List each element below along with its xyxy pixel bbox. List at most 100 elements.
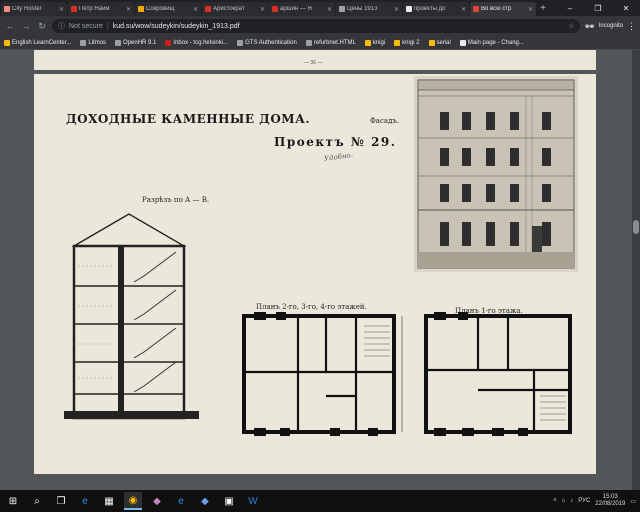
bookmark-item[interactable]: Litmos bbox=[80, 39, 106, 46]
document-title: ДОХОДНЫЕ КАМЕННЫЕ ДОМА. bbox=[66, 112, 311, 126]
tab-title: Пётр Наим bbox=[79, 6, 110, 12]
chevron-up-icon[interactable]: ˄ bbox=[553, 498, 557, 504]
search-button[interactable]: ⌕ bbox=[28, 492, 46, 510]
clock-time: 15:03 bbox=[602, 494, 618, 500]
bookmark-item[interactable]: Inbox - tcg.helsinki... bbox=[165, 39, 228, 46]
edge-dev-icon[interactable]: e bbox=[172, 492, 190, 510]
windows-taskbar: ⊞ ⌕ ❐ e ▦ ◉ ◆ e ◆ ▣ W ˄ ⌂ ♪ РУС 15:03 22… bbox=[0, 490, 640, 512]
tab-favicon-icon bbox=[473, 6, 479, 12]
tab-close-icon[interactable]: ✕ bbox=[461, 6, 466, 13]
tab-strip: City Roster ✕ Пётр Наим ✕ Сокровищ ✕ Аристокра… bbox=[0, 0, 536, 16]
bookmarks-bar: English LearnCenter... Litmos OpenHR 9.1 In… bbox=[0, 36, 640, 50]
volume-icon[interactable]: ♪ bbox=[570, 498, 573, 504]
minimize-button[interactable]: – bbox=[556, 4, 584, 13]
security-status: Not secure bbox=[69, 22, 103, 30]
tab-title: Цены 1913 bbox=[347, 6, 378, 12]
start-button[interactable]: ⊞ bbox=[4, 492, 22, 510]
bookmark-item[interactable]: GTS Authentication bbox=[237, 39, 297, 46]
bookmark-star-icon[interactable]: ☆ bbox=[568, 22, 574, 30]
visual-studio-2-icon[interactable]: ◆ bbox=[196, 492, 214, 510]
ground-floor-plan bbox=[424, 312, 572, 436]
network-icon[interactable]: ⌂ bbox=[562, 498, 566, 504]
tab-1[interactable]: Пётр Наим ✕ bbox=[68, 2, 134, 16]
task-view-icon[interactable]: ❐ bbox=[52, 492, 70, 510]
facade-drawing bbox=[414, 76, 578, 272]
tab-favicon-icon bbox=[205, 6, 211, 12]
edge-icon[interactable]: e bbox=[76, 492, 94, 510]
facade-label: Фасадъ. bbox=[370, 117, 400, 125]
tab-7[interactable]: Во всю стр ✕ bbox=[470, 2, 536, 16]
tab-6[interactable]: проекты до ✕ bbox=[403, 2, 469, 16]
incognito-label: Incognito bbox=[598, 23, 623, 29]
tab-title: проекты до bbox=[414, 6, 446, 12]
info-icon[interactable]: ⓘ bbox=[58, 21, 65, 31]
bookmark-item[interactable]: knigi bbox=[364, 39, 385, 46]
tab-3[interactable]: Аристократ ✕ bbox=[202, 2, 268, 16]
visual-studio-icon[interactable]: ◆ bbox=[148, 492, 166, 510]
scrollbar-thumb[interactable] bbox=[633, 220, 639, 234]
bookmark-label: serial bbox=[436, 39, 451, 46]
new-tab-button[interactable]: + bbox=[536, 2, 550, 16]
bookmark-icon bbox=[115, 39, 122, 46]
bookmark-icon bbox=[394, 39, 401, 46]
bookmark-icon bbox=[4, 39, 10, 46]
tab-close-icon[interactable]: ✕ bbox=[260, 6, 265, 13]
system-tray: ˄ ⌂ ♪ РУС 15:03 22/08/2019 ▭ bbox=[553, 494, 636, 508]
tab-close-icon[interactable]: ✕ bbox=[193, 6, 198, 13]
close-window-button[interactable]: ✕ bbox=[612, 4, 640, 13]
chrome-icon[interactable]: ◉ bbox=[124, 492, 142, 510]
tab-0[interactable]: City Roster ✕ bbox=[1, 2, 67, 16]
back-button[interactable]: ← bbox=[4, 21, 16, 31]
handwritten-note: Удобно. bbox=[323, 151, 354, 163]
bookmark-label: English LearnCenter... bbox=[12, 39, 72, 46]
pdf-viewer[interactable]: — 36 — ДОХОДНЫЕ КАМЕННЫЕ ДОМА. Проектъ №… bbox=[0, 50, 640, 490]
bookmark-icon bbox=[364, 39, 371, 46]
clock-date: 22/08/2019 bbox=[595, 501, 626, 507]
incognito-icon: 🕶 bbox=[584, 21, 595, 31]
bookmark-label: refurbnet.HTML bbox=[313, 39, 356, 46]
bookmark-item[interactable]: serial bbox=[428, 39, 451, 46]
page-number: — 36 — bbox=[304, 60, 323, 66]
tab-favicon-icon bbox=[406, 6, 412, 12]
tab-close-icon[interactable]: ✕ bbox=[126, 6, 131, 13]
section-drawing bbox=[64, 213, 199, 420]
word-icon[interactable]: W bbox=[244, 492, 262, 510]
notifications-icon[interactable]: ▭ bbox=[630, 498, 636, 505]
url-text[interactable]: kud.su/wow/sudeykin/sudeykin_1913.pdf bbox=[113, 23, 240, 30]
tab-4[interactable]: аршин — Я ✕ bbox=[269, 2, 335, 16]
bookmark-item[interactable]: English LearnCenter... bbox=[4, 39, 72, 46]
bookmark-item[interactable]: Main page - Chang... bbox=[459, 39, 524, 46]
address-bar[interactable]: ⓘ Not secure | kud.su/wow/sudeykin/sudey… bbox=[52, 19, 581, 33]
app-icon[interactable]: ▣ bbox=[220, 492, 238, 510]
bookmark-icon bbox=[305, 39, 312, 46]
bookmark-item[interactable]: knigi 2 bbox=[394, 39, 420, 46]
upper-floor-plan bbox=[242, 312, 403, 436]
reload-button[interactable]: ↻ bbox=[36, 21, 48, 32]
tab-title: Аристократ bbox=[213, 6, 245, 12]
tab-close-icon[interactable]: ✕ bbox=[394, 6, 399, 13]
bookmark-icon bbox=[237, 39, 244, 46]
tab-close-icon[interactable]: ✕ bbox=[59, 6, 64, 13]
bookmark-icon bbox=[80, 39, 87, 46]
tab-title: Во всю стр bbox=[481, 6, 512, 12]
clock[interactable]: 15:03 22/08/2019 bbox=[595, 494, 625, 508]
bookmark-label: OpenHR 9.1 bbox=[123, 39, 157, 46]
section-label: Разрѣзъ по А — В. bbox=[142, 196, 210, 204]
tab-bar: City Roster ✕ Пётр Наим ✕ Сокровищ ✕ Аристокра… bbox=[0, 0, 640, 16]
bookmark-label: Main page - Chang... bbox=[467, 39, 524, 46]
bookmark-item[interactable]: OpenHR 9.1 bbox=[115, 39, 157, 46]
language-indicator[interactable]: РУС bbox=[578, 498, 590, 504]
bookmark-item[interactable]: refurbnet.HTML bbox=[305, 39, 356, 46]
maximize-button[interactable]: ❐ bbox=[584, 4, 612, 13]
tab-close-icon[interactable]: ✕ bbox=[528, 6, 533, 13]
forward-button[interactable]: → bbox=[20, 21, 32, 31]
tab-favicon-icon bbox=[4, 6, 10, 12]
tab-close-icon[interactable]: ✕ bbox=[327, 6, 332, 13]
tab-5[interactable]: Цены 1913 ✕ bbox=[336, 2, 402, 16]
tab-2[interactable]: Сокровищ ✕ bbox=[135, 2, 201, 16]
calculator-icon[interactable]: ▦ bbox=[100, 492, 118, 510]
separator: | bbox=[106, 22, 109, 30]
tab-favicon-icon bbox=[138, 6, 144, 12]
menu-icon[interactable]: ⋮ bbox=[627, 21, 636, 32]
vertical-scrollbar[interactable] bbox=[632, 50, 640, 490]
